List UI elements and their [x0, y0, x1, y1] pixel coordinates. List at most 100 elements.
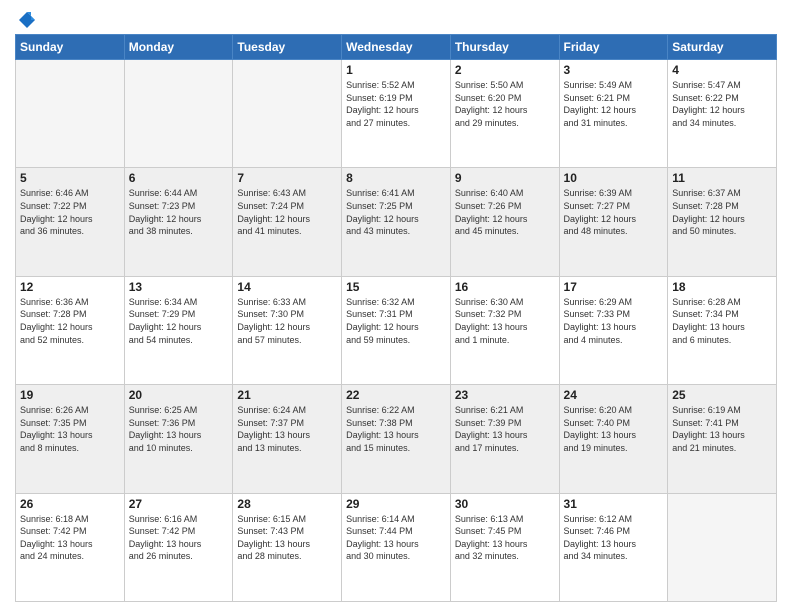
day-info: Sunrise: 6:32 AM Sunset: 7:31 PM Dayligh…	[346, 296, 446, 346]
day-number: 6	[129, 171, 229, 185]
weekday-header-monday: Monday	[124, 35, 233, 60]
calendar-cell: 3 Sunrise: 5:49 AM Sunset: 6:21 PM Daylig…	[559, 60, 668, 168]
day-info: Sunrise: 6:44 AM Sunset: 7:23 PM Dayligh…	[129, 187, 229, 237]
calendar-cell: 13 Sunrise: 6:34 AM Sunset: 7:29 PM Dayli…	[124, 276, 233, 384]
calendar-cell: 8 Sunrise: 6:41 AM Sunset: 7:25 PM Daylig…	[342, 168, 451, 276]
day-number: 8	[346, 171, 446, 185]
calendar-cell: 2Sunrise: 5:50 AM Sunset: 6:20 PM Daylig…	[450, 60, 559, 168]
day-number: 4	[672, 63, 772, 77]
day-number: 10	[564, 171, 664, 185]
day-info: Sunrise: 5:49 AM Sunset: 6:21 PM Dayligh…	[564, 79, 664, 129]
calendar-week-1: 1 Sunrise: 5:52 AM Sunset: 6:19 PM Daylig…	[16, 60, 777, 168]
day-info: Sunrise: 6:24 AM Sunset: 7:37 PM Dayligh…	[237, 404, 337, 454]
day-info: Sunrise: 6:39 AM Sunset: 7:27 PM Dayligh…	[564, 187, 664, 237]
calendar-cell: 22Sunrise: 6:22 AM Sunset: 7:38 PM Dayli…	[342, 385, 451, 493]
weekday-header-saturday: Saturday	[668, 35, 777, 60]
day-info: Sunrise: 6:46 AM Sunset: 7:22 PM Dayligh…	[20, 187, 120, 237]
calendar-cell: 6 Sunrise: 6:44 AM Sunset: 7:23 PM Daylig…	[124, 168, 233, 276]
day-info: Sunrise: 6:20 AM Sunset: 7:40 PM Dayligh…	[564, 404, 664, 454]
day-number: 13	[129, 280, 229, 294]
day-number: 25	[672, 388, 772, 402]
day-number: 3	[564, 63, 664, 77]
logo	[15, 10, 37, 26]
calendar-cell: 31 Sunrise: 6:12 AM Sunset: 7:46 PM Dayli…	[559, 493, 668, 601]
day-info: Sunrise: 6:30 AM Sunset: 7:32 PM Dayligh…	[455, 296, 555, 346]
calendar-week-5: 26 Sunrise: 6:18 AM Sunset: 7:42 PM Dayli…	[16, 493, 777, 601]
day-info: Sunrise: 6:40 AM Sunset: 7:26 PM Dayligh…	[455, 187, 555, 237]
day-number: 21	[237, 388, 337, 402]
day-info: Sunrise: 6:12 AM Sunset: 7:46 PM Dayligh…	[564, 513, 664, 563]
day-number: 30	[455, 497, 555, 511]
calendar-cell: 27 Sunrise: 6:16 AM Sunset: 7:42 PM Dayli…	[124, 493, 233, 601]
day-number: 19	[20, 388, 120, 402]
day-number: 18	[672, 280, 772, 294]
day-info: Sunrise: 6:13 AM Sunset: 7:45 PM Dayligh…	[455, 513, 555, 563]
calendar-cell: 7 Sunrise: 6:43 AM Sunset: 7:24 PM Daylig…	[233, 168, 342, 276]
day-info: Sunrise: 6:28 AM Sunset: 7:34 PM Dayligh…	[672, 296, 772, 346]
day-info: Sunrise: 6:43 AM Sunset: 7:24 PM Dayligh…	[237, 187, 337, 237]
calendar-cell: 26 Sunrise: 6:18 AM Sunset: 7:42 PM Dayli…	[16, 493, 125, 601]
day-info: Sunrise: 5:52 AM Sunset: 6:19 PM Dayligh…	[346, 79, 446, 129]
calendar-cell: 11 Sunrise: 6:37 AM Sunset: 7:28 PM Dayli…	[668, 168, 777, 276]
day-number: 24	[564, 388, 664, 402]
day-number: 22	[346, 388, 446, 402]
calendar-week-3: 12 Sunrise: 6:36 AM Sunset: 7:28 PM Dayli…	[16, 276, 777, 384]
day-number: 20	[129, 388, 229, 402]
day-info: Sunrise: 6:14 AM Sunset: 7:44 PM Dayligh…	[346, 513, 446, 563]
day-info: Sunrise: 6:26 AM Sunset: 7:35 PM Dayligh…	[20, 404, 120, 454]
calendar-cell: 20 Sunrise: 6:25 AM Sunset: 7:36 PM Dayli…	[124, 385, 233, 493]
calendar-cell: 15 Sunrise: 6:32 AM Sunset: 7:31 PM Dayli…	[342, 276, 451, 384]
day-info: Sunrise: 6:16 AM Sunset: 7:42 PM Dayligh…	[129, 513, 229, 563]
calendar-cell: 16 Sunrise: 6:30 AM Sunset: 7:32 PM Dayli…	[450, 276, 559, 384]
calendar-cell: 4Sunrise: 5:47 AM Sunset: 6:22 PM Daylig…	[668, 60, 777, 168]
day-number: 17	[564, 280, 664, 294]
calendar-week-4: 19 Sunrise: 6:26 AM Sunset: 7:35 PM Dayli…	[16, 385, 777, 493]
day-number: 15	[346, 280, 446, 294]
calendar-cell: 30 Sunrise: 6:13 AM Sunset: 7:45 PM Dayli…	[450, 493, 559, 601]
calendar-cell: 29 Sunrise: 6:14 AM Sunset: 7:44 PM Dayli…	[342, 493, 451, 601]
day-number: 26	[20, 497, 120, 511]
day-info: Sunrise: 6:34 AM Sunset: 7:29 PM Dayligh…	[129, 296, 229, 346]
day-number: 31	[564, 497, 664, 511]
day-info: Sunrise: 6:15 AM Sunset: 7:43 PM Dayligh…	[237, 513, 337, 563]
weekday-header-wednesday: Wednesday	[342, 35, 451, 60]
calendar-cell: 9 Sunrise: 6:40 AM Sunset: 7:26 PM Daylig…	[450, 168, 559, 276]
day-number: 1	[346, 63, 446, 77]
day-info: Sunrise: 5:50 AM Sunset: 6:20 PM Dayligh…	[455, 79, 555, 129]
day-info: Sunrise: 6:19 AM Sunset: 7:41 PM Dayligh…	[672, 404, 772, 454]
day-info: Sunrise: 6:18 AM Sunset: 7:42 PM Dayligh…	[20, 513, 120, 563]
weekday-header-thursday: Thursday	[450, 35, 559, 60]
day-number: 12	[20, 280, 120, 294]
calendar-cell	[124, 60, 233, 168]
day-info: Sunrise: 6:41 AM Sunset: 7:25 PM Dayligh…	[346, 187, 446, 237]
day-info: Sunrise: 6:25 AM Sunset: 7:36 PM Dayligh…	[129, 404, 229, 454]
logo-icon	[17, 10, 37, 30]
day-info: Sunrise: 6:37 AM Sunset: 7:28 PM Dayligh…	[672, 187, 772, 237]
weekday-header-friday: Friday	[559, 35, 668, 60]
day-info: Sunrise: 6:36 AM Sunset: 7:28 PM Dayligh…	[20, 296, 120, 346]
calendar-cell: 21 Sunrise: 6:24 AM Sunset: 7:37 PM Dayli…	[233, 385, 342, 493]
calendar-cell: 18 Sunrise: 6:28 AM Sunset: 7:34 PM Dayli…	[668, 276, 777, 384]
day-number: 28	[237, 497, 337, 511]
day-number: 11	[672, 171, 772, 185]
day-number: 14	[237, 280, 337, 294]
calendar-cell: 25 Sunrise: 6:19 AM Sunset: 7:41 PM Dayli…	[668, 385, 777, 493]
day-number: 29	[346, 497, 446, 511]
calendar-cell: 19 Sunrise: 6:26 AM Sunset: 7:35 PM Dayli…	[16, 385, 125, 493]
day-number: 7	[237, 171, 337, 185]
calendar-cell	[233, 60, 342, 168]
day-info: Sunrise: 6:33 AM Sunset: 7:30 PM Dayligh…	[237, 296, 337, 346]
day-number: 16	[455, 280, 555, 294]
calendar-cell: 23Sunrise: 6:21 AM Sunset: 7:39 PM Dayli…	[450, 385, 559, 493]
day-number: 27	[129, 497, 229, 511]
calendar-cell: 14 Sunrise: 6:33 AM Sunset: 7:30 PM Dayli…	[233, 276, 342, 384]
day-number: 9	[455, 171, 555, 185]
calendar-header-row: SundayMondayTuesdayWednesdayThursdayFrid…	[16, 35, 777, 60]
calendar-cell	[16, 60, 125, 168]
calendar-cell: 12 Sunrise: 6:36 AM Sunset: 7:28 PM Dayli…	[16, 276, 125, 384]
calendar-cell: 10 Sunrise: 6:39 AM Sunset: 7:27 PM Dayli…	[559, 168, 668, 276]
day-number: 23	[455, 388, 555, 402]
calendar-cell: 24 Sunrise: 6:20 AM Sunset: 7:40 PM Dayli…	[559, 385, 668, 493]
calendar-cell: 1 Sunrise: 5:52 AM Sunset: 6:19 PM Daylig…	[342, 60, 451, 168]
calendar-week-2: 5Sunrise: 6:46 AM Sunset: 7:22 PM Daylig…	[16, 168, 777, 276]
